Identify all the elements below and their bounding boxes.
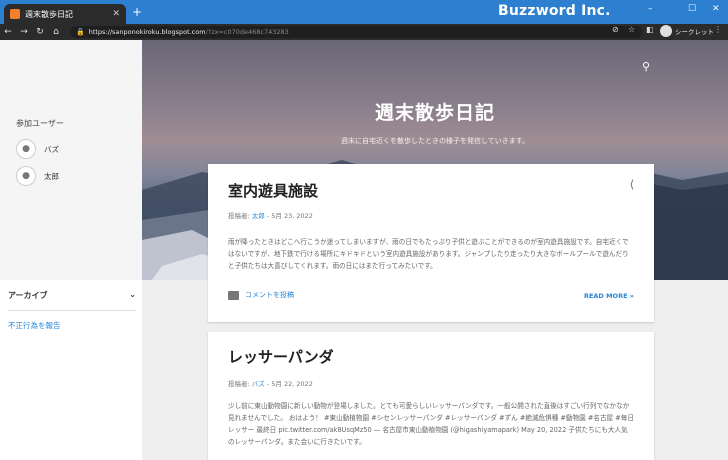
bookmark-star-icon[interactable]: ☆ [628, 25, 635, 34]
url-path: /?zx=c070de468c743283 [205, 28, 289, 36]
post-meta: 投稿者: 太郎 - 5月 23, 2022 [228, 210, 313, 220]
search-icon[interactable]: ⚲ [642, 60, 650, 73]
reload-icon[interactable]: ↻ [32, 27, 48, 37]
forward-icon[interactable]: → [16, 27, 32, 37]
maximize-icon[interactable]: ☐ [688, 4, 696, 14]
address-bar[interactable]: 🔒 https://sanponokiroku.blogspot.com /?z… [70, 26, 642, 38]
sidebar-divider [8, 310, 136, 311]
home-icon[interactable]: ⌂ [48, 27, 64, 37]
archive-label: アーカイブ [8, 291, 48, 300]
post-card: レッサーパンダ 投稿者: バズ - 5月 22, 2022 少し前に東山動物園に… [208, 332, 654, 460]
post-title[interactable]: レッサーパンダ [228, 346, 334, 367]
new-tab-button[interactable]: + [132, 5, 142, 19]
post-snippet: 雨が降ったときはどこへ行こうか迷ってしまいますが、雨の日でもたっぷり子供と遊ぶこ… [228, 238, 629, 270]
tab-title: 週末散歩日記 [25, 9, 73, 19]
post-snippet: 少し前に東山動物園に新しい動物が登場しました。とても可愛らしいレッサーパンダです… [228, 402, 634, 446]
lock-icon: 🔒 [76, 28, 85, 36]
post-date: - 5月 23, 2022 [264, 212, 313, 220]
post-author-link[interactable]: 太郎 [252, 212, 265, 220]
contributor-name: 太郎 [44, 171, 59, 181]
menu-kebab-icon[interactable]: ⋮ [714, 25, 722, 34]
blogger-favicon-icon [10, 9, 20, 19]
chevron-down-icon: ⌄ [129, 290, 136, 299]
blog-description: 週末に自宅近くを散歩したときの様子を発信していきます。 [340, 137, 530, 145]
sidebar-top [0, 40, 142, 280]
post-date: - 5月 22, 2022 [264, 380, 313, 388]
blog-title[interactable]: 週末散歩日記 [142, 98, 728, 125]
contributor-name: バズ [44, 144, 59, 154]
incognito-label: シークレット [675, 28, 714, 36]
user-avatar-icon: ● [16, 139, 36, 159]
side-panel-icon[interactable]: ◧ [646, 25, 654, 34]
contributor-item[interactable]: ● 太郎 [16, 166, 59, 186]
url-host: https://sanponokiroku.blogspot.com [88, 28, 206, 36]
meta-prefix: 投稿者: [228, 212, 252, 220]
browser-titlebar: 週末散歩日記 ✕ + Buzzword Inc. – ☐ ✕ [0, 0, 728, 24]
post-card: 室内遊具施設 ⟨ 投稿者: 太郎 - 5月 23, 2022 雨が降ったときはど… [208, 164, 654, 322]
close-window-icon[interactable]: ✕ [712, 4, 720, 14]
contributors-heading: 参加ユーザー [16, 119, 64, 128]
post-author-link[interactable]: バズ [252, 380, 265, 388]
incognito-icon [660, 25, 672, 37]
tracking-off-icon[interactable]: ⊘ [612, 25, 619, 34]
incognito-indicator[interactable]: シークレット [660, 25, 714, 37]
comment-icon [228, 290, 239, 300]
tab-close-icon[interactable]: ✕ [112, 9, 120, 19]
user-avatar-icon: ● [16, 166, 36, 186]
browser-tab[interactable]: 週末散歩日記 ✕ [4, 4, 126, 24]
report-abuse-link[interactable]: 不正行為を報告 [8, 320, 61, 331]
contributor-item[interactable]: ● バズ [16, 139, 59, 159]
watermark-text: Buzzword Inc. [498, 3, 611, 19]
back-icon[interactable]: ← [0, 27, 16, 37]
sidebar-bottom [0, 280, 142, 460]
post-title[interactable]: 室内遊具施設 [228, 180, 318, 201]
minimize-icon[interactable]: – [648, 4, 653, 14]
read-more-link[interactable]: READ MORE » [584, 292, 634, 300]
comment-label: コメントを投稿 [245, 291, 294, 299]
archive-toggle[interactable]: アーカイブ ⌄ [8, 290, 136, 301]
post-comment-link[interactable]: コメントを投稿 [228, 290, 294, 300]
post-meta: 投稿者: バズ - 5月 22, 2022 [228, 378, 313, 388]
share-icon[interactable]: ⟨ [630, 178, 634, 191]
meta-prefix: 投稿者: [228, 380, 252, 388]
browser-toolbar: ← → ↻ ⌂ 🔒 https://sanponokiroku.blogspot… [0, 24, 728, 40]
